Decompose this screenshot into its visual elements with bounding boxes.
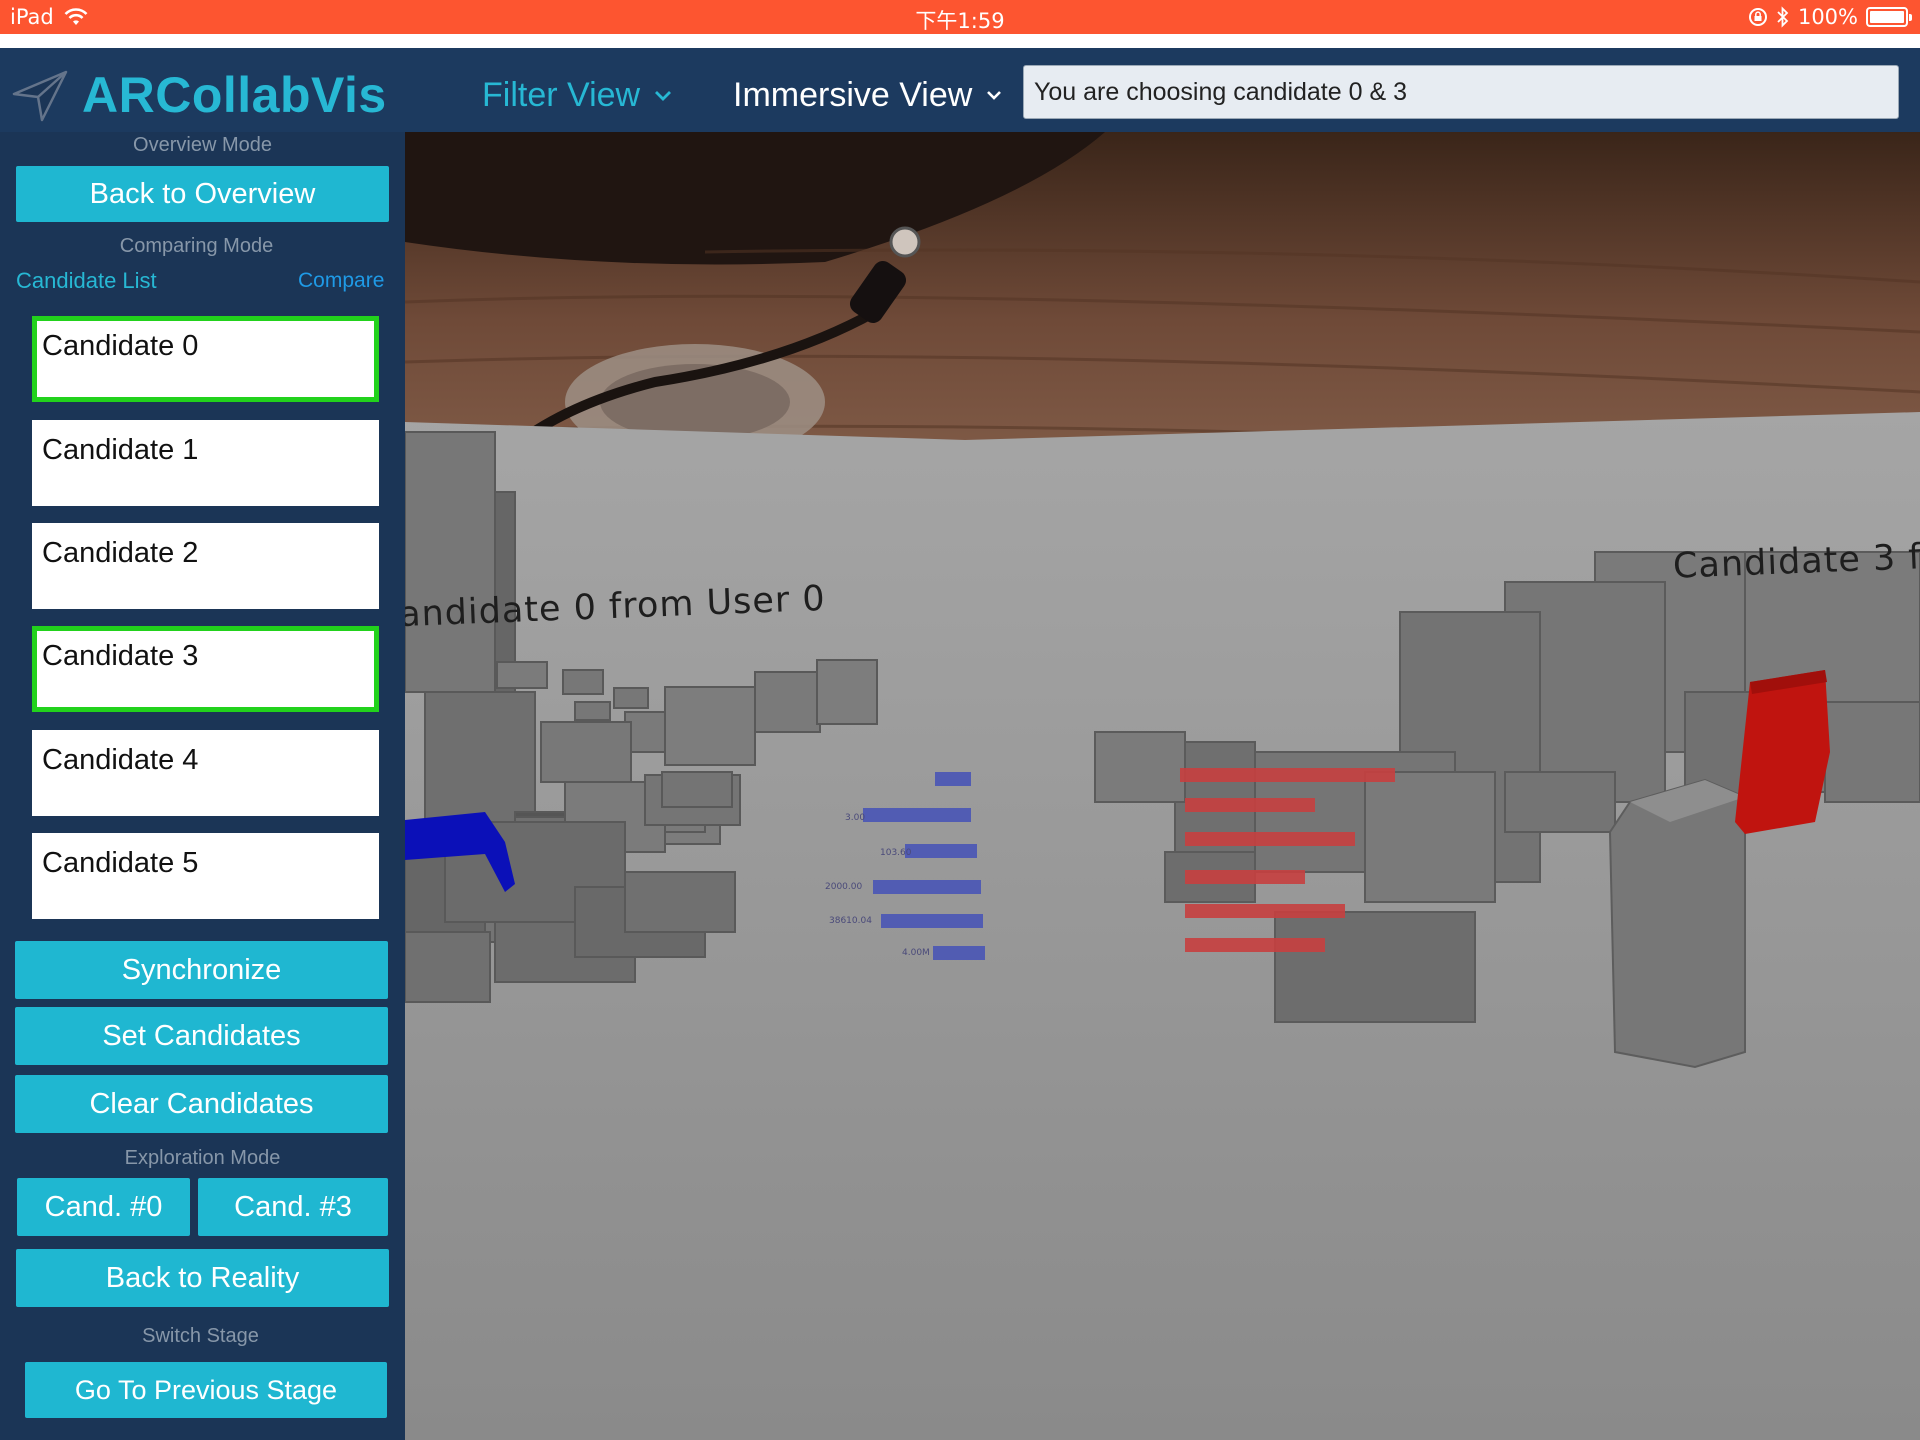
overview-mode-label: Overview Mode (133, 134, 272, 156)
candidate-item-0[interactable]: Candidate 0 (32, 316, 379, 402)
battery-percent: 100% (1797, 5, 1858, 29)
candidate-item-5[interactable]: Candidate 5 (32, 833, 379, 919)
orientation-lock-icon (1748, 8, 1767, 26)
filter-view-menu[interactable]: Filter View (482, 76, 672, 115)
control-sidebar: Overview Mode Back to Overview Comparing… (0, 132, 405, 1440)
status-time: 下午1:59 (915, 9, 1005, 33)
app-header: ARCollabVis Filter View Immersive View (0, 48, 1920, 132)
chevron-down-icon (655, 90, 672, 101)
app-title: ARCollabVis (82, 67, 387, 123)
svg-text:3.00: 3.00 (845, 813, 865, 823)
tall-tower (1608, 778, 1746, 1069)
cand-0-button[interactable]: Cand. #0 (17, 1178, 190, 1236)
clear-candidates-button[interactable]: Clear Candidates (15, 1075, 388, 1133)
immersive-view-menu[interactable]: Immersive View (733, 76, 1002, 115)
svg-text:2000.00: 2000.00 (825, 882, 862, 892)
comparing-mode-label: Comparing Mode (119, 235, 274, 257)
set-candidates-button[interactable]: Set Candidates (15, 1007, 388, 1065)
ar-camera-view[interactable]: 3.00 103.60 2000.00 38610.04 4.00M andid… (405, 132, 1920, 1440)
battery-icon (1866, 7, 1912, 27)
synchronize-button[interactable]: Synchronize (15, 941, 388, 999)
candidate-item-3[interactable]: Candidate 3 (32, 626, 379, 712)
highlight-building-candidate-3 (1735, 670, 1830, 834)
logo-arrow-icon (12, 70, 68, 122)
candidate-item-2[interactable]: Candidate 2 (32, 523, 379, 609)
svg-text:38610.04: 38610.04 (829, 916, 872, 926)
candidate-item-4[interactable]: Candidate 4 (32, 730, 379, 816)
exploration-mode-label: Exploration Mode (124, 1147, 281, 1169)
bluetooth-icon (1777, 6, 1789, 28)
cand-3-button[interactable]: Cand. #3 (198, 1178, 388, 1236)
go-to-previous-stage-button[interactable]: Go To Previous Stage (25, 1362, 387, 1418)
back-to-reality-button[interactable]: Back to Reality (16, 1249, 389, 1307)
chevron-down-icon (987, 91, 1002, 100)
svg-text:103.60: 103.60 (880, 848, 912, 858)
candidate-item-1[interactable]: Candidate 1 (32, 420, 379, 506)
filter-view-label: Filter View (482, 76, 641, 114)
status-text-field[interactable] (1023, 65, 1899, 119)
immersive-view-label: Immersive View (733, 76, 973, 114)
status-right: 100% (1748, 5, 1912, 29)
switch-stage-label: Switch Stage (142, 1325, 259, 1347)
svg-text:4.00M: 4.00M (902, 948, 930, 958)
compare-link[interactable]: Compare (298, 269, 384, 293)
ar-scene: 3.00 103.60 2000.00 38610.04 4.00M (405, 132, 1920, 1440)
status-divider (0, 34, 1920, 48)
candidate-list-label: Candidate List (16, 268, 157, 293)
ios-status-bar: iPad 下午1:59 100% (0, 0, 1920, 34)
back-to-overview-button[interactable]: Back to Overview (16, 166, 389, 222)
